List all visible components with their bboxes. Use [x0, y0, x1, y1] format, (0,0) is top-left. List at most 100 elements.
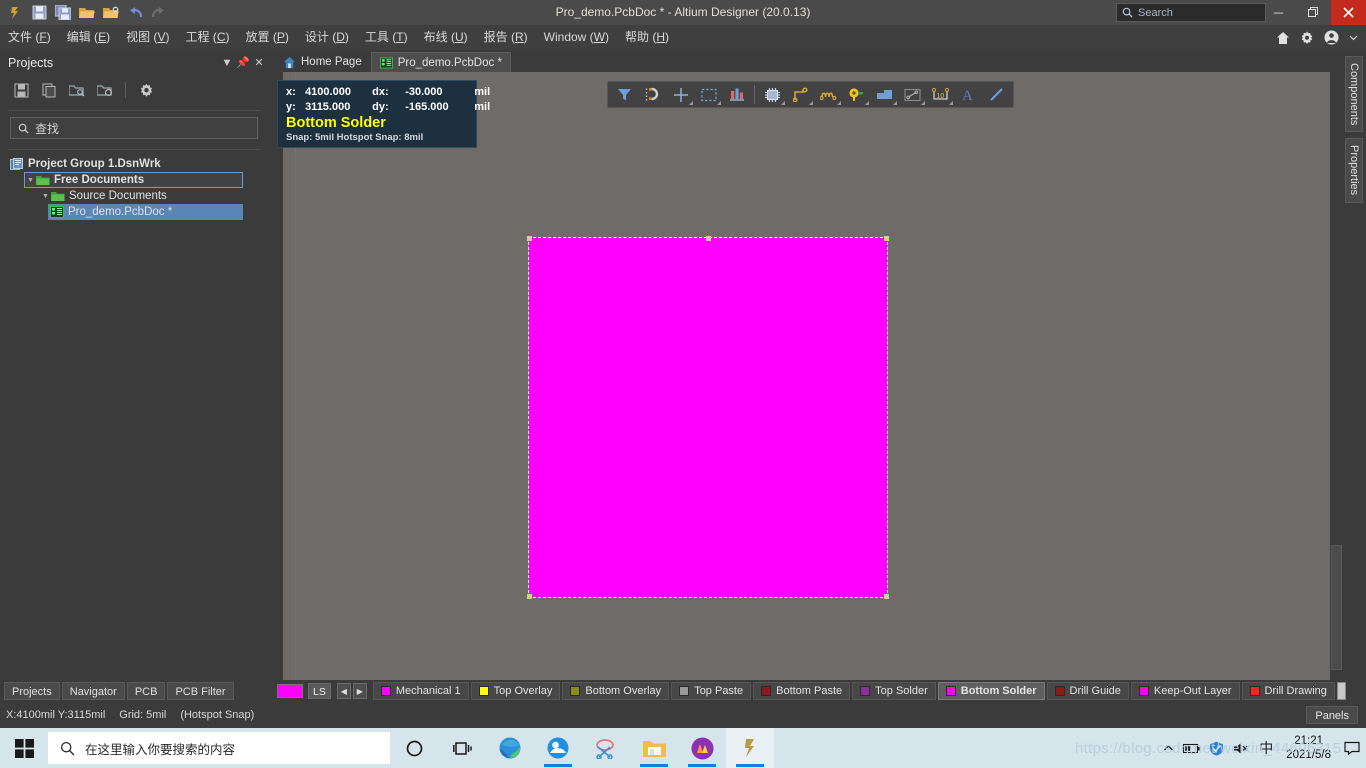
home-icon[interactable]: [1276, 31, 1290, 45]
close-project-folder-icon[interactable]: [94, 79, 116, 101]
save-icon[interactable]: [10, 79, 32, 101]
dropdown-corner-icon[interactable]: [689, 101, 693, 105]
layer-tab-keep-out-layer[interactable]: Keep-Out Layer: [1130, 682, 1240, 700]
dropdown-chevron-icon[interactable]: ▼: [219, 57, 235, 69]
windows-start-icon[interactable]: [0, 728, 48, 768]
minimize-button[interactable]: ─: [1261, 0, 1296, 25]
maximize-button[interactable]: [1296, 0, 1331, 25]
task-view-icon[interactable]: [438, 728, 486, 768]
place-line-icon[interactable]: [983, 83, 1010, 106]
tree-item-source-documents[interactable]: ▼ Source Documents: [40, 188, 260, 204]
snipping-tool-icon[interactable]: [582, 728, 630, 768]
interactive-length-tuning-icon[interactable]: [815, 83, 842, 106]
dropdown-corner-icon[interactable]: [837, 101, 841, 105]
measure-distance-icon[interactable]: [899, 83, 926, 106]
layer-tab-bottom-solder[interactable]: Bottom Solder: [937, 682, 1045, 700]
altium-logo-icon[interactable]: [4, 2, 26, 23]
layer-tab-top-overlay[interactable]: Top Overlay: [470, 682, 561, 700]
place-via-pad-icon[interactable]: [843, 83, 870, 106]
menu-item-reports[interactable]: 报告 (R): [476, 25, 536, 50]
save-all-icon[interactable]: [52, 2, 74, 23]
layer-tab-drill-drawing[interactable]: Drill Drawing: [1241, 682, 1335, 700]
menu-item-tools[interactable]: 工具 (T): [357, 25, 416, 50]
file-explorer-icon[interactable]: [630, 728, 678, 768]
dropdown-corner-icon[interactable]: [865, 101, 869, 105]
layer-tab-mechanical-1[interactable]: Mechanical 1: [372, 682, 469, 700]
projects-search-input[interactable]: 查找: [10, 117, 258, 139]
open-project-folder-icon[interactable]: [66, 79, 88, 101]
panel-tab-pcb-filter[interactable]: PCB Filter: [167, 682, 234, 700]
open-project-icon[interactable]: [100, 2, 122, 23]
selection-handle-bottom-right[interactable]: [884, 594, 889, 599]
layer-tab-top-solder[interactable]: Top Solder: [852, 682, 936, 700]
pcb-canvas[interactable]: [283, 72, 1330, 680]
security-shield-icon[interactable]: [1209, 741, 1224, 756]
volume-muted-icon[interactable]: [1233, 742, 1250, 755]
dock-tab-components[interactable]: Components: [1345, 56, 1363, 133]
layer-tab-bottom-overlay[interactable]: Bottom Overlay: [562, 682, 670, 700]
place-component-icon[interactable]: [759, 83, 786, 106]
panel-tab-pcb[interactable]: PCB: [126, 682, 166, 700]
layer-tab-bottom-paste[interactable]: Bottom Paste: [753, 682, 851, 700]
taskbar-search-input[interactable]: 在这里输入你要搜索的内容: [48, 732, 390, 764]
chevron-down-icon[interactable]: [1349, 33, 1358, 42]
layer-sets-button[interactable]: LS: [308, 683, 331, 699]
tree-item-pcb-document[interactable]: Pro_demo.PcbDoc *: [48, 204, 243, 220]
tree-item-free-documents[interactable]: ▼ Free Documents: [24, 172, 243, 188]
undo-icon[interactable]: [124, 2, 146, 23]
save-icon[interactable]: [28, 2, 50, 23]
selection-handle-top-right[interactable]: [884, 236, 889, 241]
show-hidden-icons-chevron[interactable]: [1163, 743, 1174, 754]
battery-icon[interactable]: [1183, 743, 1200, 754]
pin-icon[interactable]: 📌: [235, 56, 251, 69]
selection-handle-top-left[interactable]: [527, 236, 532, 241]
expand-arrow-icon[interactable]: ▼: [25, 177, 36, 184]
notification-icon[interactable]: [1344, 741, 1360, 755]
magnet-snap-icon[interactable]: [639, 83, 666, 106]
menu-item-file[interactable]: 文件 (F): [0, 25, 59, 50]
menu-item-window[interactable]: Window (W): [536, 25, 617, 50]
layer-scroll-next-button[interactable]: ▶: [352, 683, 367, 699]
ime-chinese-icon[interactable]: 中: [1259, 738, 1273, 758]
close-icon[interactable]: ✕: [251, 56, 267, 69]
copy-icon[interactable]: [38, 79, 60, 101]
menu-item-project[interactable]: 工程 (C): [177, 25, 237, 50]
menu-item-design[interactable]: 设计 (D): [297, 25, 357, 50]
global-search-input[interactable]: Search: [1116, 3, 1266, 22]
filter-icon[interactable]: [611, 83, 638, 106]
layer-tab-drill-guide[interactable]: Drill Guide: [1046, 682, 1129, 700]
pcb-selected-region[interactable]: [527, 236, 889, 599]
canvas-vertical-scrollbar[interactable]: [1331, 545, 1342, 670]
altium-designer-icon[interactable]: [726, 728, 774, 768]
settings-gear-icon[interactable]: [1300, 31, 1314, 45]
dropdown-corner-icon[interactable]: [809, 101, 813, 105]
layer-tab-top-paste[interactable]: Top Paste: [671, 682, 752, 700]
panel-tab-navigator[interactable]: Navigator: [61, 682, 125, 700]
document-tab-pro-demo-pcbdoc[interactable]: Pro_demo.PcbDoc *: [370, 52, 511, 72]
menu-item-help[interactable]: 帮助 (H): [617, 25, 677, 50]
cortana-icon[interactable]: [390, 728, 438, 768]
settings-gear-icon[interactable]: [135, 79, 157, 101]
place-dimension-icon[interactable]: 10: [927, 83, 954, 106]
app-purple-icon[interactable]: [678, 728, 726, 768]
panels-button[interactable]: Panels: [1306, 706, 1358, 724]
document-tab-home-page[interactable]: Home Page: [275, 52, 370, 72]
dropdown-corner-icon[interactable]: [921, 101, 925, 105]
microsoft-edge-icon[interactable]: [486, 728, 534, 768]
expand-arrow-icon[interactable]: ▼: [40, 193, 51, 200]
dropdown-corner-icon[interactable]: [949, 101, 953, 105]
taskbar-clock[interactable]: 21:21 2021/5/8: [1282, 734, 1335, 762]
selection-handle-top-center[interactable]: [706, 236, 711, 241]
dropdown-corner-icon[interactable]: [893, 101, 897, 105]
align-distribute-icon[interactable]: [723, 83, 750, 106]
layer-scroll-prev-button[interactable]: ◀: [336, 683, 351, 699]
tree-item-project-group[interactable]: Project Group 1.DsnWrk: [8, 156, 260, 172]
dock-tab-properties[interactable]: Properties: [1345, 138, 1363, 203]
menu-item-route[interactable]: 布线 (U): [416, 25, 476, 50]
menu-item-place[interactable]: 放置 (P): [237, 25, 296, 50]
place-polygon-icon[interactable]: [871, 83, 898, 106]
active-layer-swatch[interactable]: [277, 684, 303, 698]
selection-rectangle-icon[interactable]: [695, 83, 722, 106]
panel-tab-projects[interactable]: Projects: [4, 682, 60, 700]
menu-item-edit[interactable]: 编辑 (E): [59, 25, 118, 50]
